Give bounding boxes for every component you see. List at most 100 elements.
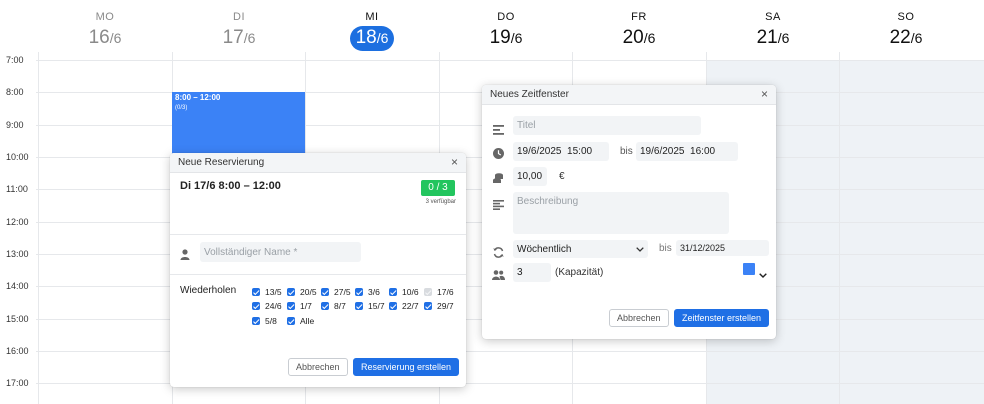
repeat-date-checkbox[interactable]: 3/6 (355, 287, 380, 297)
day-date: 22/6 (889, 27, 923, 48)
day-date: 20/6 (622, 27, 656, 48)
day-name: MI (365, 11, 379, 23)
reservation-dialog: Neue Reservierung × Di 17/6 8:00 – 12:00… (170, 153, 466, 387)
day-name: FR (631, 11, 647, 23)
chevron-down-icon (636, 244, 644, 255)
day-name: DO (497, 11, 515, 23)
event-capacity: (0/3) (175, 105, 188, 111)
repeat-date-checkbox[interactable]: 15/7 (355, 301, 385, 311)
day-name: SA (765, 11, 781, 23)
day-date: 16/6 (88, 27, 122, 48)
repeat-date-checkbox[interactable]: 22/7 (389, 301, 419, 311)
description-icon (493, 197, 504, 215)
recurrence-until-label: bis (659, 243, 672, 254)
timeslot-title-input[interactable] (513, 116, 701, 135)
hour-label: 15:00 (6, 314, 29, 324)
capacity-input[interactable] (513, 263, 551, 282)
recurrence-value: Wöchentlich (517, 243, 572, 255)
repeat-date-checkbox[interactable]: 1/7 (287, 301, 312, 311)
repeat-date-checkbox[interactable]: 5/8 (252, 316, 277, 326)
availability-badge: 0 / 3 (421, 180, 455, 196)
day-name: MO (95, 11, 115, 23)
day-date: 21/6 (756, 27, 790, 48)
close-icon[interactable]: × (761, 87, 768, 101)
full-name-input[interactable] (200, 242, 361, 262)
price-input[interactable] (513, 167, 547, 186)
day-header-mo[interactable]: MO 16/6 (38, 0, 172, 56)
checkbox-checked-icon (252, 317, 260, 325)
checkbox-checked-icon (287, 317, 295, 325)
repeat-date-checkbox[interactable]: 27/5 (321, 287, 351, 297)
day-name: DI (233, 11, 245, 23)
description-textarea[interactable] (513, 192, 729, 234)
dialog-header: Neues Zeitfenster × (482, 85, 776, 105)
coins-icon (493, 171, 504, 189)
start-datetime-input[interactable] (513, 142, 609, 161)
dialog-title: Neues Zeitfenster (490, 89, 569, 100)
hour-line (36, 60, 984, 61)
day-header-di[interactable]: DI 17/6 (172, 0, 306, 56)
hour-label: 10:00 (6, 152, 29, 162)
repeat-date-checkbox[interactable]: 29/7 (424, 301, 454, 311)
repeat-date-checkbox[interactable]: 10/6 (389, 287, 419, 297)
repeat-date-checkbox[interactable]: 13/5 (252, 287, 282, 297)
checkbox-checked-icon (389, 302, 397, 310)
today-date-badge: 18/6 (349, 26, 395, 51)
divider (170, 234, 466, 235)
repeat-icon (493, 245, 504, 263)
cancel-button[interactable]: Abbrechen (288, 358, 348, 376)
create-reservation-button[interactable]: Reservierung erstellen (353, 358, 460, 376)
repeat-date-checkbox[interactable]: 24/6 (252, 301, 282, 311)
color-picker-chevron-icon[interactable] (759, 265, 767, 283)
hour-label: 13:00 (6, 249, 29, 259)
create-timeslot-button[interactable]: Zeitfenster erstellen (674, 309, 770, 327)
day-date: 19/6 (489, 27, 523, 48)
hour-label: 17:00 (6, 378, 29, 388)
checkbox-checked-icon (252, 302, 260, 310)
day-header-do[interactable]: DO 19/6 (439, 0, 573, 56)
checkbox-disabled-icon (424, 288, 432, 296)
checkbox-checked-icon (321, 288, 329, 296)
checkbox-checked-icon (355, 302, 363, 310)
close-icon[interactable]: × (451, 155, 458, 169)
cancel-button[interactable]: Abbrechen (609, 309, 669, 327)
checkbox-checked-icon (287, 302, 295, 310)
repeat-label: Wiederholen (180, 285, 237, 296)
repeat-date-checkbox[interactable]: 20/5 (287, 287, 317, 297)
divider (170, 274, 466, 275)
checkbox-checked-icon (389, 288, 397, 296)
users-icon (492, 267, 505, 285)
hour-label: 16:00 (6, 346, 29, 356)
day-name: SO (897, 11, 915, 23)
currency-label: € (559, 171, 565, 182)
recurrence-until-input[interactable] (676, 240, 769, 256)
day-header-so[interactable]: SO 22/6 (839, 0, 973, 56)
hour-label: 7:00 (6, 55, 24, 65)
dialog-title: Neue Reservierung (178, 157, 265, 168)
reservation-slot-title: Di 17/6 8:00 – 12:00 (180, 180, 281, 192)
calendar-event[interactable]: 8:00 – 12:00 (0/3) (172, 92, 305, 156)
checkbox-checked-icon (321, 302, 329, 310)
availability-text: 3 verfügbar (425, 199, 456, 205)
checkbox-checked-icon (252, 288, 260, 296)
end-datetime-input[interactable] (636, 142, 738, 161)
repeat-date-checkbox: 17/6 (424, 287, 454, 297)
day-header-sa[interactable]: SA 21/6 (706, 0, 840, 56)
until-label: bis (620, 146, 633, 157)
repeat-date-checkbox[interactable]: 8/7 (321, 301, 346, 311)
recurrence-select[interactable]: Wöchentlich (513, 240, 648, 258)
checkbox-checked-icon (424, 302, 432, 310)
hour-label: 12:00 (6, 217, 29, 227)
color-swatch[interactable] (743, 263, 755, 275)
dialog-header: Neue Reservierung × (170, 153, 466, 173)
day-header-fr[interactable]: FR 20/6 (572, 0, 706, 56)
clock-icon (493, 146, 504, 164)
repeat-all-checkbox[interactable]: Alle (287, 316, 314, 326)
day-date: 17/6 (222, 27, 256, 48)
timeslot-dialog: Neues Zeitfenster × bis € Wöchentlich bi… (482, 85, 776, 339)
checkbox-checked-icon (355, 288, 363, 296)
event-time: 8:00 – 12:00 (175, 93, 221, 102)
hour-label: 8:00 (6, 87, 24, 97)
day-header-mi[interactable]: MI 18/6 (305, 0, 439, 56)
hour-label: 9:00 (6, 120, 24, 130)
